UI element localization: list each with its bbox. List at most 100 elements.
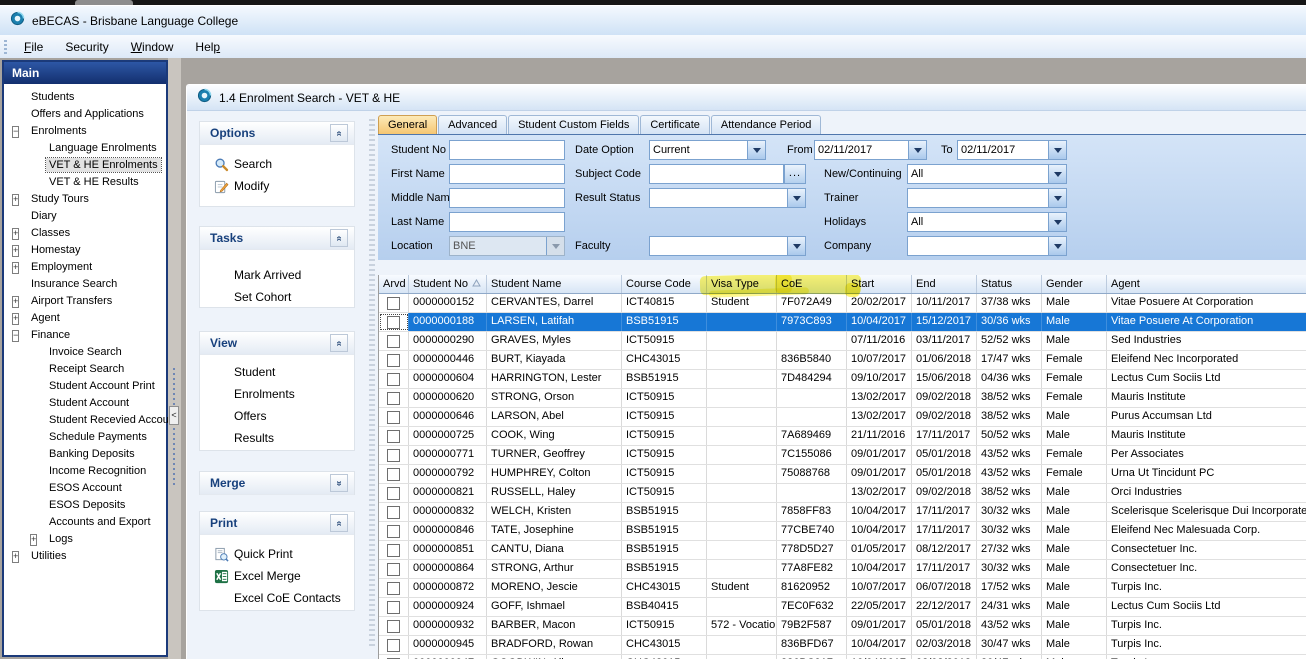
arrived-checkbox[interactable] <box>387 639 400 652</box>
table-row[interactable]: 0000000846TATE, JosephineBSB5191577CBE74… <box>379 522 1306 541</box>
action-set-cohort[interactable]: Set Cohort <box>200 286 354 308</box>
arrived-checkbox[interactable] <box>387 525 400 538</box>
table-row[interactable]: 0000000872MORENO, JescieCHC43015Student8… <box>379 579 1306 598</box>
collapse-icon[interactable]: − <box>12 126 19 138</box>
sidebar-item-insurance-search[interactable]: Insurance Search <box>4 275 166 292</box>
location-select[interactable]: BNE <box>449 236 565 256</box>
expand-icon[interactable]: + <box>12 245 19 257</box>
arrived-checkbox[interactable] <box>387 430 400 443</box>
subject-code-input[interactable] <box>649 164 784 184</box>
subject-code-lookup-button[interactable]: ... <box>784 164 806 184</box>
last-name-input[interactable] <box>449 212 565 232</box>
first-name-input[interactable] <box>449 164 565 184</box>
expand-icon[interactable]: + <box>12 551 19 563</box>
sidebar-item-study-tours[interactable]: +Study Tours <box>4 190 166 207</box>
column-header-visa-type[interactable]: Visa Type <box>707 275 777 293</box>
table-row[interactable]: 0000000152CERVANTES, DarrelICT40815Stude… <box>379 294 1306 313</box>
arrived-checkbox[interactable] <box>387 487 400 500</box>
student-no-input[interactable] <box>449 140 565 160</box>
arrived-checkbox[interactable] <box>387 582 400 595</box>
action-results[interactable]: Results <box>200 427 354 449</box>
sidebar-item-income-recognition[interactable]: Income Recognition <box>4 462 166 479</box>
faculty-dropdown-icon[interactable] <box>787 237 805 255</box>
table-row[interactable]: 0000000604HARRINGTON, LesterBSB519157D48… <box>379 370 1306 389</box>
table-row[interactable]: 0000000864STRONG, ArthurBSB5191577A8FE82… <box>379 560 1306 579</box>
arrived-checkbox[interactable] <box>387 316 400 329</box>
expand-icon[interactable]: + <box>12 262 19 274</box>
faculty-select[interactable] <box>649 236 806 256</box>
expand-icon[interactable]: + <box>12 296 19 308</box>
sidebar-item-esos-account[interactable]: ESOS Account <box>4 479 166 496</box>
trainer-dropdown-icon[interactable] <box>1048 189 1066 207</box>
location-dropdown-icon[interactable] <box>546 237 564 255</box>
holidays-dropdown-icon[interactable] <box>1048 213 1066 231</box>
table-row[interactable]: 0000000924GOFF, IshmaelBSB404157EC0F6322… <box>379 598 1306 617</box>
table-row[interactable]: 0000000832WELCH, KristenBSB519157858FF83… <box>379 503 1306 522</box>
column-header-agent[interactable]: Agent <box>1107 275 1306 293</box>
arrived-checkbox[interactable] <box>387 620 400 633</box>
sidebar-item-student-recevied-accou[interactable]: Student Recevied Accou <box>4 411 166 428</box>
arrived-checkbox[interactable] <box>387 468 400 481</box>
action-enrolments[interactable]: Enrolments <box>200 383 354 405</box>
sidebar-item-banking-deposits[interactable]: Banking Deposits <box>4 445 166 462</box>
sidebar-item-schedule-payments[interactable]: Schedule Payments <box>4 428 166 445</box>
action-offers[interactable]: Offers <box>200 405 354 427</box>
sidebar-item-finance[interactable]: −Finance <box>4 326 166 343</box>
table-row[interactable]: 0000000945BRADFORD, RowanCHC43015836BFD6… <box>379 636 1306 655</box>
action-excel-coe-contacts[interactable]: Excel CoE Contacts <box>200 587 354 609</box>
arrived-checkbox[interactable] <box>387 601 400 614</box>
column-header-course-code[interactable]: Course Code <box>622 275 707 293</box>
sidebar-item-classes[interactable]: +Classes <box>4 224 166 241</box>
expand-icon[interactable]: + <box>12 313 19 325</box>
date-option-dropdown-icon[interactable] <box>747 141 765 159</box>
group-collapse-icon[interactable]: « <box>330 124 348 142</box>
table-row[interactable]: 0000000646LARSON, AbelICT5091513/02/2017… <box>379 408 1306 427</box>
arrived-checkbox[interactable] <box>387 354 400 367</box>
sidebar-item-logs[interactable]: +Logs <box>4 530 166 547</box>
sidebar-item-utilities[interactable]: +Utilities <box>4 547 166 564</box>
arrived-checkbox[interactable] <box>387 449 400 462</box>
sidebar-item-receipt-search[interactable]: Receipt Search <box>4 360 166 377</box>
sidebar-collapse-button[interactable]: < <box>169 406 179 425</box>
tab-certificate[interactable]: Certificate <box>640 115 710 135</box>
new-continuing-dropdown-icon[interactable] <box>1048 165 1066 183</box>
table-row[interactable]: 0000000446BURT, KiayadaCHC43015836B58401… <box>379 351 1306 370</box>
sidebar-item-vet-he-enrolments[interactable]: VET & HE Enrolments <box>4 156 166 173</box>
expand-icon[interactable]: + <box>30 534 37 546</box>
table-row[interactable]: 0000000932BARBER, MaconICT50915572 - Voc… <box>379 617 1306 636</box>
sidebar-item-student-account-print[interactable]: Student Account Print <box>4 377 166 394</box>
tab-attendance-period[interactable]: Attendance Period <box>711 115 822 135</box>
sidebar-item-diary[interactable]: Diary <box>4 207 166 224</box>
middle-name-input[interactable] <box>449 188 565 208</box>
arrived-checkbox[interactable] <box>387 373 400 386</box>
column-header-arvd[interactable]: Arvd <box>379 275 409 293</box>
table-row[interactable]: 0000000725COOK, WingICT509157A68946921/1… <box>379 427 1306 446</box>
action-student[interactable]: Student <box>200 361 354 383</box>
action-search[interactable]: Search <box>200 153 354 175</box>
action-modify[interactable]: Modify <box>200 175 354 197</box>
holidays-select[interactable]: All <box>907 212 1067 232</box>
company-select[interactable] <box>907 236 1067 256</box>
table-row[interactable]: 0000000821RUSSELL, HaleyICT5091513/02/20… <box>379 484 1306 503</box>
column-header-coe[interactable]: CoE <box>777 275 847 293</box>
from-date-dropdown-icon[interactable] <box>908 141 926 159</box>
result-status-select[interactable] <box>649 188 806 208</box>
action-excel-merge[interactable]: Excel Merge <box>200 565 354 587</box>
new-continuing-select[interactable]: All <box>907 164 1067 184</box>
group-collapse-icon[interactable]: « <box>330 229 348 247</box>
expand-icon[interactable]: + <box>12 228 19 240</box>
table-row[interactable]: 0000000290GRAVES, MylesICT5091507/11/201… <box>379 332 1306 351</box>
sidebar-item-homestay[interactable]: +Homestay <box>4 241 166 258</box>
arrived-checkbox[interactable] <box>387 297 400 310</box>
group-collapse-icon[interactable]: « <box>330 514 348 532</box>
sidebar-item-agent[interactable]: +Agent <box>4 309 166 326</box>
action-quick-print[interactable]: Quick Print <box>200 543 354 565</box>
tools-splitter[interactable] <box>369 119 375 649</box>
menubar-grip-icon[interactable] <box>4 40 7 54</box>
sidebar-item-students[interactable]: Students <box>4 88 166 105</box>
to-date-dropdown-icon[interactable] <box>1048 141 1066 159</box>
group-expand-icon[interactable]: « <box>330 474 348 492</box>
table-row[interactable]: 0000000620STRONG, OrsonICT5091513/02/201… <box>379 389 1306 408</box>
expand-icon[interactable]: + <box>12 194 19 206</box>
company-dropdown-icon[interactable] <box>1048 237 1066 255</box>
